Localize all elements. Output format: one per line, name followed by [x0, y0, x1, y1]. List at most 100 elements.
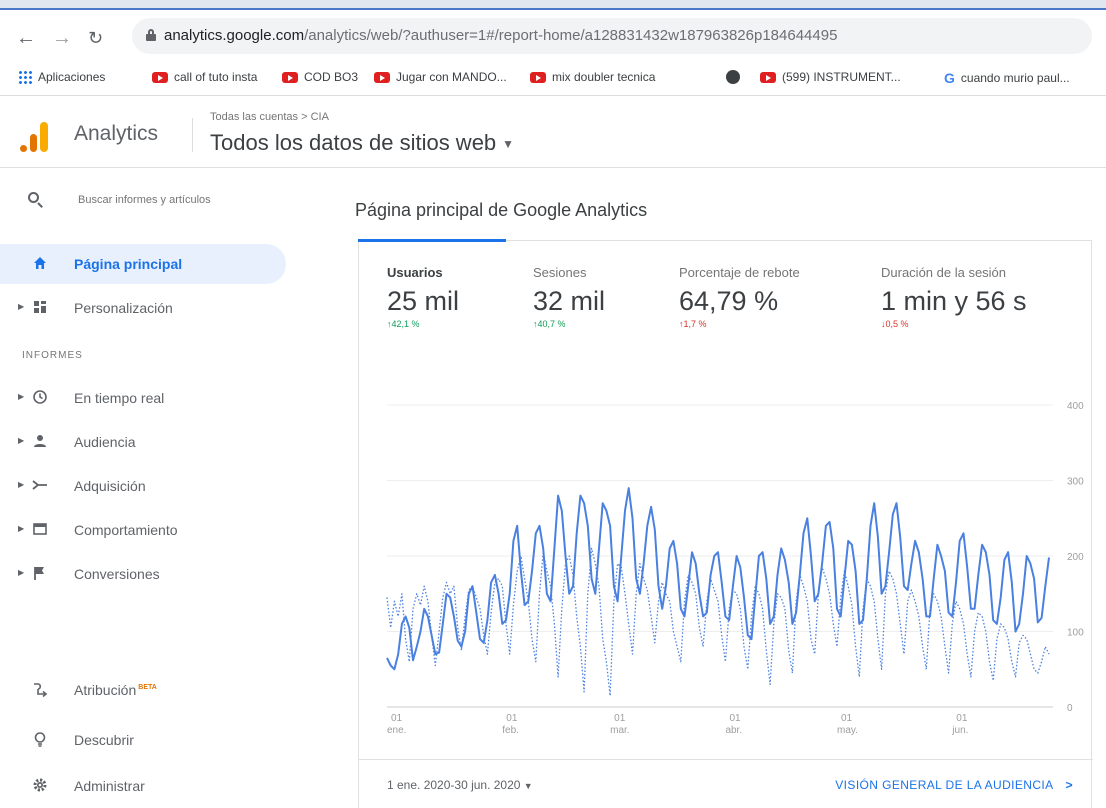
- sidebar-item-label: Descubrir: [74, 732, 134, 748]
- search-placeholder: Buscar informes y artículos: [78, 194, 211, 206]
- metric-duracion[interactable]: Duración de la sesión 1 min y 56 s ↓0,5 …: [881, 265, 1027, 329]
- bookmark-item[interactable]: call of tuto insta: [152, 70, 257, 84]
- lightbulb-icon: [32, 731, 48, 747]
- url-text[interactable]: analytics.google.com/analytics/web/?auth…: [164, 27, 837, 44]
- users-line-chart[interactable]: 010020030040001ene.01feb.01mar.01abr.01m…: [359, 391, 1093, 751]
- sidebar-item-atribucion-label: Atribución BETA: [74, 682, 157, 698]
- expand-arrow-icon: ▶: [18, 436, 25, 445]
- bookmark-item[interactable]: [726, 70, 740, 84]
- view-name: Todos los datos de sitios web: [210, 130, 497, 155]
- bookmark-aplicaciones[interactable]: Aplicaciones: [18, 70, 105, 84]
- bookmark-label: (599) INSTRUMENT...: [782, 70, 901, 84]
- app-name: Analytics: [74, 122, 159, 145]
- y-tick-label: 0: [1067, 703, 1073, 714]
- reload-icon[interactable]: ↻: [88, 28, 103, 48]
- x-tick-month: mar.: [610, 725, 629, 736]
- url-path: /analytics/web/?authuser=1#/report-home/…: [304, 27, 838, 44]
- lock-icon: [146, 29, 156, 41]
- search-reports[interactable]: Buscar informes y artículos: [0, 188, 300, 218]
- metric-sesiones[interactable]: Sesiones 32 mil ↑40,7 %: [533, 265, 605, 329]
- youtube-icon: [282, 71, 298, 83]
- sidebar-item-audiencia[interactable]: ▶ Audiencia: [0, 422, 300, 462]
- x-tick-day: 01: [956, 713, 968, 724]
- sidebar-item-label: En tiempo real: [74, 390, 165, 406]
- browser-toolbar: ← → ↻ analytics.google.com/analytics/web…: [0, 10, 1106, 62]
- breadcrumb[interactable]: Todas las cuentas > CIA: [210, 111, 329, 123]
- date-range-selector[interactable]: 1 ene. 2020-30 jun. 2020 ▼: [387, 778, 533, 792]
- x-tick-day: 01: [391, 713, 403, 724]
- series-line-current: [386, 487, 1050, 671]
- sidebar-item-conversiones[interactable]: ▶ Conversiones: [0, 554, 300, 594]
- youtube-icon: [530, 71, 546, 83]
- sidebar-item-tiempo-real[interactable]: ▶ En tiempo real: [0, 378, 300, 418]
- x-tick-day: 01: [841, 713, 853, 724]
- chevron-right-icon: >: [1065, 778, 1073, 792]
- bookmark-label: Aplicaciones: [38, 70, 106, 84]
- header-divider: [192, 118, 193, 152]
- back-arrow-icon[interactable]: ←: [16, 28, 36, 48]
- youtube-icon: [760, 71, 776, 83]
- sidebar-item-descubrir[interactable]: Descubrir: [0, 720, 300, 760]
- y-tick-label: 300: [1067, 477, 1084, 488]
- address-bar[interactable]: analytics.google.com/analytics/web/?auth…: [132, 18, 1092, 54]
- bookmark-item[interactable]: (599) INSTRUMENT...: [760, 70, 901, 84]
- view-selector[interactable]: Todos los datos de sitios web ▼: [210, 130, 514, 156]
- active-metric-indicator: [358, 239, 506, 242]
- sidebar-item-adquisicion[interactable]: ▶ Adquisición: [0, 466, 300, 506]
- expand-arrow-icon: ▶: [18, 524, 25, 533]
- url-host: analytics.google.com: [164, 27, 305, 44]
- bookmark-item[interactable]: COD BO3: [282, 70, 358, 84]
- sidebar-item-personalizacion[interactable]: ▶ Personalización: [0, 288, 300, 328]
- overview-card: Usuarios 25 mil ↑42,1 % Sesiones 32 mil …: [358, 240, 1093, 808]
- metric-rebote[interactable]: Porcentaje de rebote 64,79 % ↑1,7 %: [679, 265, 800, 329]
- attribution-icon: [32, 681, 48, 698]
- analytics-header: Analytics Todas las cuentas > CIA Todos …: [0, 96, 1106, 168]
- forward-arrow-icon[interactable]: →: [52, 28, 72, 48]
- x-tick-month: abr.: [725, 725, 742, 736]
- sidebar-item-label: Adquisición: [74, 478, 146, 494]
- browser-tab-strip: [0, 0, 1106, 10]
- x-tick-month: may.: [837, 725, 858, 736]
- metric-delta: ↓0,5 %: [881, 319, 909, 329]
- globe-icon: [726, 70, 740, 84]
- metric-value: 32 mil: [533, 286, 606, 316]
- sidebar: Buscar informes y artículos Página princ…: [0, 168, 300, 808]
- sidebar-item-atribucion[interactable]: Atribución BETA: [0, 670, 300, 710]
- sidebar-item-comportamiento[interactable]: ▶ Comportamiento: [0, 510, 300, 550]
- metric-label: Usuarios: [387, 265, 443, 280]
- bookmark-label: cuando murio paul...: [960, 71, 1070, 85]
- gear-icon: [32, 777, 48, 793]
- bookmark-label: mix doubler tecnica: [552, 70, 656, 84]
- metric-delta: ↑40,7 %: [533, 319, 566, 329]
- bookmark-label: call of tuto insta: [174, 70, 258, 84]
- google-icon: G: [944, 70, 955, 86]
- card-footer: 1 ene. 2020-30 jun. 2020 ▼ VISIÓN GENERA…: [359, 759, 1093, 808]
- bookmark-item[interactable]: Jugar con MANDO...: [374, 70, 507, 84]
- metric-value: 25 mil: [387, 286, 460, 316]
- metric-delta: ↑42,1 %: [387, 319, 420, 329]
- expand-arrow-icon: ▶: [18, 302, 25, 311]
- analytics-logo-icon[interactable]: [20, 122, 50, 152]
- metric-usuarios[interactable]: Usuarios 25 mil ↑42,1 %: [387, 265, 459, 329]
- x-tick-day: 01: [729, 713, 741, 724]
- x-tick-day: 01: [506, 713, 518, 724]
- audience-overview-link[interactable]: VISIÓN GENERAL DE LA AUDIENCIA >: [835, 778, 1073, 792]
- expand-arrow-icon: ▶: [18, 480, 25, 489]
- y-tick-label: 200: [1067, 552, 1084, 563]
- page-title: Página principal de Google Analytics: [355, 200, 648, 220]
- youtube-icon: [374, 71, 390, 83]
- bookmark-item[interactable]: mix doubler tecnica: [530, 70, 655, 84]
- acquisition-icon: [32, 477, 48, 493]
- metric-label: Duración de la sesión: [881, 265, 1007, 280]
- caret-down-icon: ▼: [523, 781, 533, 791]
- window-icon: [32, 521, 48, 537]
- beta-badge: BETA: [138, 684, 157, 692]
- sidebar-item-administrar[interactable]: Administrar: [0, 766, 300, 806]
- sidebar-item-label: Página principal: [74, 256, 183, 272]
- caret-down-icon: ▼: [502, 137, 515, 152]
- x-tick-month: jun.: [951, 725, 968, 736]
- sidebar-item-home[interactable]: Página principal: [0, 244, 286, 284]
- x-tick-month: feb.: [502, 725, 519, 736]
- bookmark-item[interactable]: Gcuando murio paul...: [944, 70, 1070, 86]
- audience-link-label: VISIÓN GENERAL DE LA AUDIENCIA: [835, 778, 1054, 792]
